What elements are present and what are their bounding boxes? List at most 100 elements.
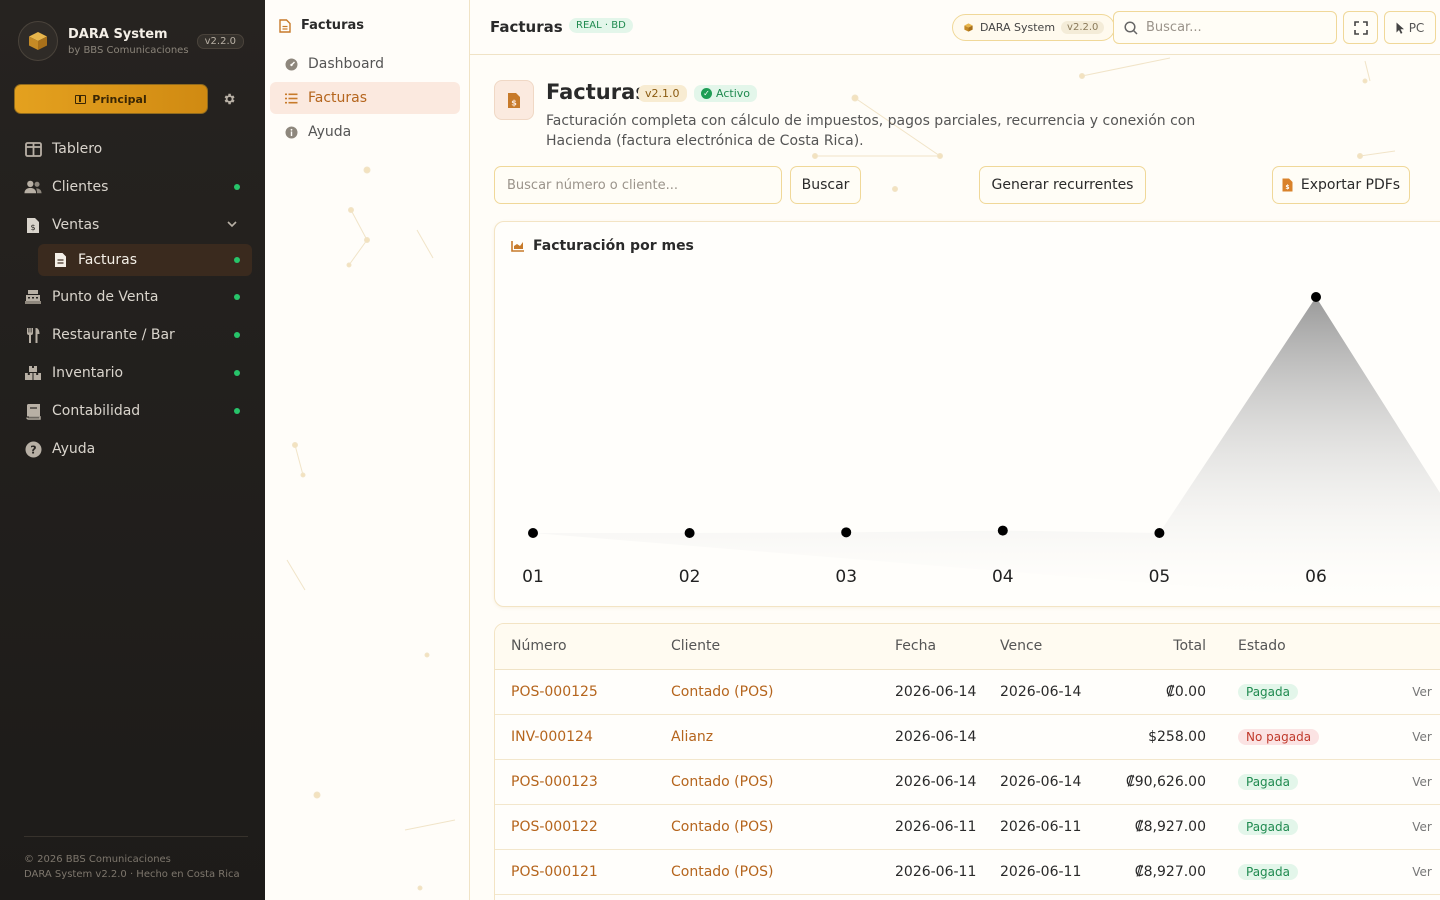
column-header-numero[interactable]: Número (495, 624, 671, 670)
column-header-total[interactable]: Total (1100, 624, 1206, 670)
module-icon: $ (494, 80, 534, 120)
invoice-number-link[interactable]: INV-000124 (495, 714, 671, 760)
chart-point-05[interactable] (1154, 528, 1165, 538)
status-badge: Pagada (1238, 863, 1298, 880)
svg-text:$: $ (30, 223, 35, 232)
client-link[interactable]: Contado (POS) (671, 759, 895, 805)
x-tick-label: 06 (1305, 567, 1327, 587)
chart-point-02[interactable] (684, 528, 695, 538)
sidebar-item-punto-de-venta[interactable]: Punto de Venta (14, 278, 252, 316)
sidebar-item-inventario[interactable]: Inventario (14, 354, 252, 392)
row-actions: VerEd (1351, 714, 1440, 760)
subnav-item-facturas[interactable]: Facturas (270, 82, 460, 114)
columns-icon (75, 94, 87, 104)
svg-text:$: $ (511, 98, 517, 107)
invoice-date: 2026-06-14 (895, 669, 1000, 715)
chart-point-03[interactable] (841, 527, 852, 538)
principal-button[interactable]: Principal (14, 84, 208, 114)
row-actions: VerEd (1351, 669, 1440, 715)
subnav-item-dashboard[interactable]: Dashboard (270, 48, 460, 80)
expand-icon (1353, 20, 1368, 35)
invoices-table: Número Cliente Fecha Vence Total Estado … (494, 623, 1440, 900)
module-status-badge: ✓ Activo (694, 85, 757, 102)
table-row[interactable]: INV-000124 Alianz 2026-06-14 $258.00 No paga… (495, 714, 1440, 760)
columns-icon (24, 140, 42, 158)
view-link[interactable]: Ver (1412, 820, 1432, 834)
view-link[interactable]: Ver (1412, 730, 1432, 744)
export-pdfs-button[interactable]: $ Exportar PDFs (1272, 166, 1410, 204)
column-header-vence[interactable]: Vence (1000, 624, 1100, 670)
chart-point-06[interactable] (1311, 292, 1321, 302)
invoice-number-link[interactable]: POS-000121 (495, 849, 671, 895)
invoice-search-placeholder: Buscar número o cliente... (507, 177, 678, 193)
view-link[interactable]: Ver (1412, 775, 1432, 789)
page-title: Facturas (490, 18, 563, 36)
gauge-icon (284, 57, 298, 71)
invoice-search-input[interactable]: Buscar número o cliente... (494, 166, 782, 204)
invoice-date: 2026-06-14 (895, 714, 1000, 760)
table-header-row: Número Cliente Fecha Vence Total Estado (495, 624, 1440, 670)
subnav-item-label: Dashboard (308, 56, 384, 72)
sidebar-item-ventas[interactable]: $ Ventas (14, 206, 252, 244)
search-button[interactable]: Buscar (790, 166, 861, 204)
table-row[interactable]: POS-000125 Contado (POS) 2026-06-14 2026-06… (495, 669, 1440, 715)
invoice-total: ₡0.00 (1100, 669, 1206, 715)
sidebar-item-label: Clientes (52, 179, 109, 195)
brand-subtitle: by BBS Comunicaciones (68, 45, 189, 56)
generate-recurring-button[interactable]: Generar recurrentes (979, 166, 1146, 204)
chart-area-series (533, 297, 1440, 607)
footer-version: DARA System v2.2.0 · Hecho en Costa Rica (24, 869, 240, 880)
table-row[interactable]: POS-000123 Contado (POS) 2026-06-14 2026-06… (495, 759, 1440, 805)
invoice-status-cell: No pagada (1206, 714, 1351, 760)
fullscreen-button[interactable] (1343, 11, 1378, 44)
status-badge: Pagada (1238, 773, 1298, 790)
sidebar-item-contabilidad[interactable]: Contabilidad (14, 392, 252, 430)
sidebar-item-restaurante-bar[interactable]: Restaurante / Bar (14, 316, 252, 354)
subnav-item-label: Ayuda (308, 124, 352, 140)
invoice-total: ₡8,927.00 (1100, 804, 1206, 850)
invoice-number-link[interactable]: POS-000123 (495, 759, 671, 805)
invoice-number-link[interactable]: POS-000122 (495, 804, 671, 850)
global-search-input[interactable]: Buscar... (1113, 11, 1337, 44)
column-header-cliente[interactable]: Cliente (671, 624, 895, 670)
device-mode-button[interactable]: PC (1384, 11, 1436, 44)
sidebar-item-clientes[interactable]: Clientes (14, 168, 252, 206)
client-link[interactable]: Contado (POS) (671, 669, 895, 715)
invoice-total: ₡8,927.00 (1100, 849, 1206, 895)
status-dot (234, 184, 240, 190)
module-title: Facturas (546, 80, 648, 104)
subnav-title: Facturas (279, 18, 364, 33)
chart-point-04[interactable] (997, 525, 1008, 536)
column-header-fecha[interactable]: Fecha (895, 624, 1000, 670)
invoice-due-date: 2026-06-14 (1000, 669, 1100, 715)
settings-button[interactable] (218, 88, 240, 110)
subnav-item-ayuda[interactable]: Ayuda (270, 116, 460, 148)
invoice-icon (52, 252, 68, 268)
table-row[interactable]: POS-000121 Contado (POS) 2026-06-11 2026-06… (495, 849, 1440, 895)
invoice-number-link[interactable]: POS-000125 (495, 669, 671, 715)
view-link[interactable]: Ver (1412, 865, 1432, 879)
device-label: PC (1408, 20, 1425, 35)
column-header-estado[interactable]: Estado (1206, 624, 1351, 670)
table-row[interactable]: POS-000122 Contado (POS) 2026-06-11 2026-06… (495, 804, 1440, 850)
monthly-billing-chart: Facturación por mes 01 02 03 04 05 06 (494, 221, 1440, 607)
client-link[interactable]: Contado (POS) (671, 804, 895, 850)
brand[interactable]: DARA System by BBS Comunicaciones v2.2.0 (18, 21, 248, 63)
sidebar-item-label: Ventas (52, 217, 100, 233)
system-name: DARA System (980, 21, 1056, 34)
sidebar-item-tablero[interactable]: Tablero (14, 130, 252, 168)
status-dot (234, 332, 240, 338)
client-link[interactable]: Contado (POS) (671, 849, 895, 895)
sidebar-item-ayuda[interactable]: ? Ayuda (14, 430, 252, 468)
view-link[interactable]: Ver (1412, 685, 1432, 699)
status-dot (234, 408, 240, 414)
sidebar-item-facturas[interactable]: Facturas (38, 244, 252, 276)
invoice-status-cell: Pagada (1206, 849, 1351, 895)
system-chip[interactable]: DARA System v2.2.0 (952, 14, 1116, 41)
chart-point-01[interactable] (528, 528, 538, 538)
sidebar-item-label: Tablero (52, 141, 103, 157)
search-placeholder: Buscar... (1146, 20, 1202, 35)
invoice-dollar-icon: $ (508, 92, 520, 108)
client-link[interactable]: Alianz (671, 714, 895, 760)
invoice-due-date: 2026-06-14 (1000, 759, 1100, 805)
